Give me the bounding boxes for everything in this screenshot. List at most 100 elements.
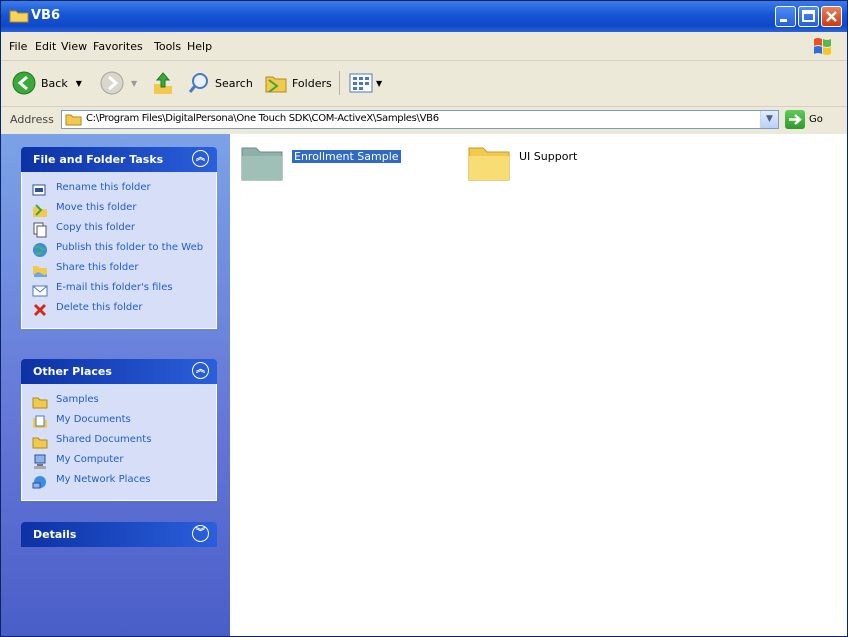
maximize-icon — [802, 10, 815, 22]
back-label: Back — [41, 76, 68, 90]
back-dropdown-icon[interactable]: ▼ — [76, 79, 82, 88]
folder-icon — [65, 114, 82, 126]
place-label: My Documents — [56, 414, 131, 425]
network-icon — [32, 476, 46, 489]
folders-button[interactable]: Folders — [264, 69, 332, 97]
details-header[interactable]: Details ︾ — [21, 522, 217, 547]
minimize-icon — [780, 19, 787, 22]
task-label: Rename this folder — [56, 182, 151, 193]
panel-title: File and Folder Tasks — [33, 153, 164, 166]
place-my-network-places[interactable]: My Network Places — [22, 472, 216, 492]
folders-icon — [265, 76, 287, 93]
views-button[interactable]: ▼ — [349, 69, 382, 97]
address-label: Address — [10, 113, 54, 126]
menu-help[interactable]: Help — [187, 40, 212, 53]
title-bar[interactable]: VB6 — [1, 1, 847, 32]
menu-tools[interactable]: Tools — [154, 40, 181, 53]
place-my-computer[interactable]: My Computer — [22, 452, 216, 472]
task-pane: File and Folder Tasks ︽ Rename this fold… — [1, 134, 230, 636]
toolbar-separator — [339, 71, 340, 95]
place-my-documents[interactable]: My Documents — [22, 412, 216, 432]
email-icon — [32, 285, 48, 297]
folder-icon — [9, 10, 29, 23]
folder-content-pane: Enrollment Sample UI Support — [230, 134, 847, 636]
forward-button[interactable]: ▼ — [99, 69, 137, 97]
folder-ui-support[interactable]: UI Support — [467, 142, 577, 182]
folder-icon — [468, 147, 510, 181]
folder-name: Enrollment Sample — [292, 150, 401, 163]
place-label: Shared Documents — [56, 434, 152, 445]
up-arrow-icon — [154, 72, 172, 94]
collapse-icon[interactable]: ︽ — [192, 362, 209, 379]
close-button[interactable] — [821, 6, 842, 27]
place-shared-documents[interactable]: Shared Documents — [22, 432, 216, 452]
back-button[interactable]: Back ▼ — [11, 69, 82, 97]
views-dropdown-icon[interactable]: ▼ — [376, 79, 382, 88]
panel-title: Other Places — [33, 365, 112, 378]
minimize-button[interactable] — [775, 6, 796, 27]
task-label: Delete this folder — [56, 302, 143, 313]
folder-name: UI Support — [519, 150, 578, 163]
task-share-folder[interactable]: Share this folder — [22, 260, 216, 280]
place-label: My Computer — [56, 454, 124, 465]
collapse-icon[interactable]: ︽ — [192, 150, 209, 167]
address-input[interactable]: C:\Program Files\DigitalPersona\One Touc… — [61, 110, 779, 129]
menu-edit[interactable]: Edit — [35, 40, 56, 53]
task-move-folder[interactable]: Move this folder — [22, 200, 216, 220]
search-label: Search — [215, 76, 253, 90]
task-label: Move this folder — [56, 202, 137, 213]
search-button[interactable]: Search — [187, 69, 253, 97]
my-documents-icon — [33, 415, 47, 428]
window-title: VB6 — [31, 8, 61, 23]
menu-bar: File Edit View Favorites Tools Help — [1, 32, 847, 61]
globe-icon — [33, 243, 47, 257]
address-dropdown-icon[interactable]: ▼ — [760, 111, 778, 128]
place-label: Samples — [56, 394, 99, 405]
go-label[interactable]: Go — [809, 114, 823, 125]
folder-icon — [32, 397, 48, 409]
maximize-button[interactable] — [798, 6, 819, 27]
file-folder-tasks-panel: File and Folder Tasks ︽ Rename this fold… — [21, 147, 217, 329]
shared-folder-icon — [32, 437, 48, 449]
task-rename-folder[interactable]: Rename this folder — [22, 180, 216, 200]
task-delete-folder[interactable]: Delete this folder — [22, 300, 216, 320]
close-icon — [826, 11, 837, 22]
expand-icon[interactable]: ︾ — [192, 525, 209, 542]
address-bar: Address C:\Program Files\DigitalPersona\… — [1, 107, 847, 133]
folder-enrollment-sample[interactable]: Enrollment Sample — [240, 142, 401, 182]
menu-favorites[interactable]: Favorites — [93, 40, 143, 53]
share-folder-icon — [33, 266, 47, 277]
go-button[interactable] — [785, 110, 805, 129]
views-icon — [349, 73, 373, 93]
task-email-files[interactable]: E-mail this folder's files — [22, 280, 216, 300]
task-publish-folder[interactable]: Publish this folder to the Web — [22, 240, 216, 260]
task-label: Publish this folder to the Web — [56, 242, 204, 253]
address-value: C:\Program Files\DigitalPersona\One Touc… — [86, 113, 439, 124]
task-label: Share this folder — [56, 262, 139, 273]
up-folder-button[interactable] — [151, 69, 175, 97]
windows-logo-icon — [814, 38, 831, 55]
menu-view[interactable]: View — [61, 40, 87, 53]
copy-icon — [33, 222, 47, 238]
task-label: E-mail this folder's files — [56, 282, 173, 293]
menu-file[interactable]: File — [9, 40, 27, 53]
file-folder-tasks-body: Rename this folder Move this folder Copy… — [21, 172, 217, 329]
forward-dropdown-icon[interactable]: ▼ — [131, 79, 137, 88]
explorer-window: VB6 File Edit View Favorites Tools Help — [0, 0, 848, 637]
other-places-panel: Other Places ︽ Samples My Documents Shar… — [21, 359, 217, 501]
other-places-body: Samples My Documents Shared Documents My… — [21, 384, 217, 501]
computer-icon — [34, 454, 46, 469]
go-arrow-icon — [789, 114, 802, 125]
search-icon — [188, 73, 208, 93]
task-copy-folder[interactable]: Copy this folder — [22, 220, 216, 240]
place-samples[interactable]: Samples — [22, 392, 216, 412]
toolbar: Back ▼ ▼ Search Folders ▼ — [1, 61, 847, 107]
back-arrow-icon — [12, 71, 36, 95]
task-label: Copy this folder — [56, 222, 135, 233]
folder-icon — [241, 147, 283, 181]
forward-arrow-icon — [100, 71, 124, 95]
file-folder-tasks-header[interactable]: File and Folder Tasks ︽ — [21, 147, 217, 172]
move-folder-icon — [33, 204, 47, 217]
other-places-header[interactable]: Other Places ︽ — [21, 359, 217, 384]
folders-label: Folders — [292, 76, 332, 90]
